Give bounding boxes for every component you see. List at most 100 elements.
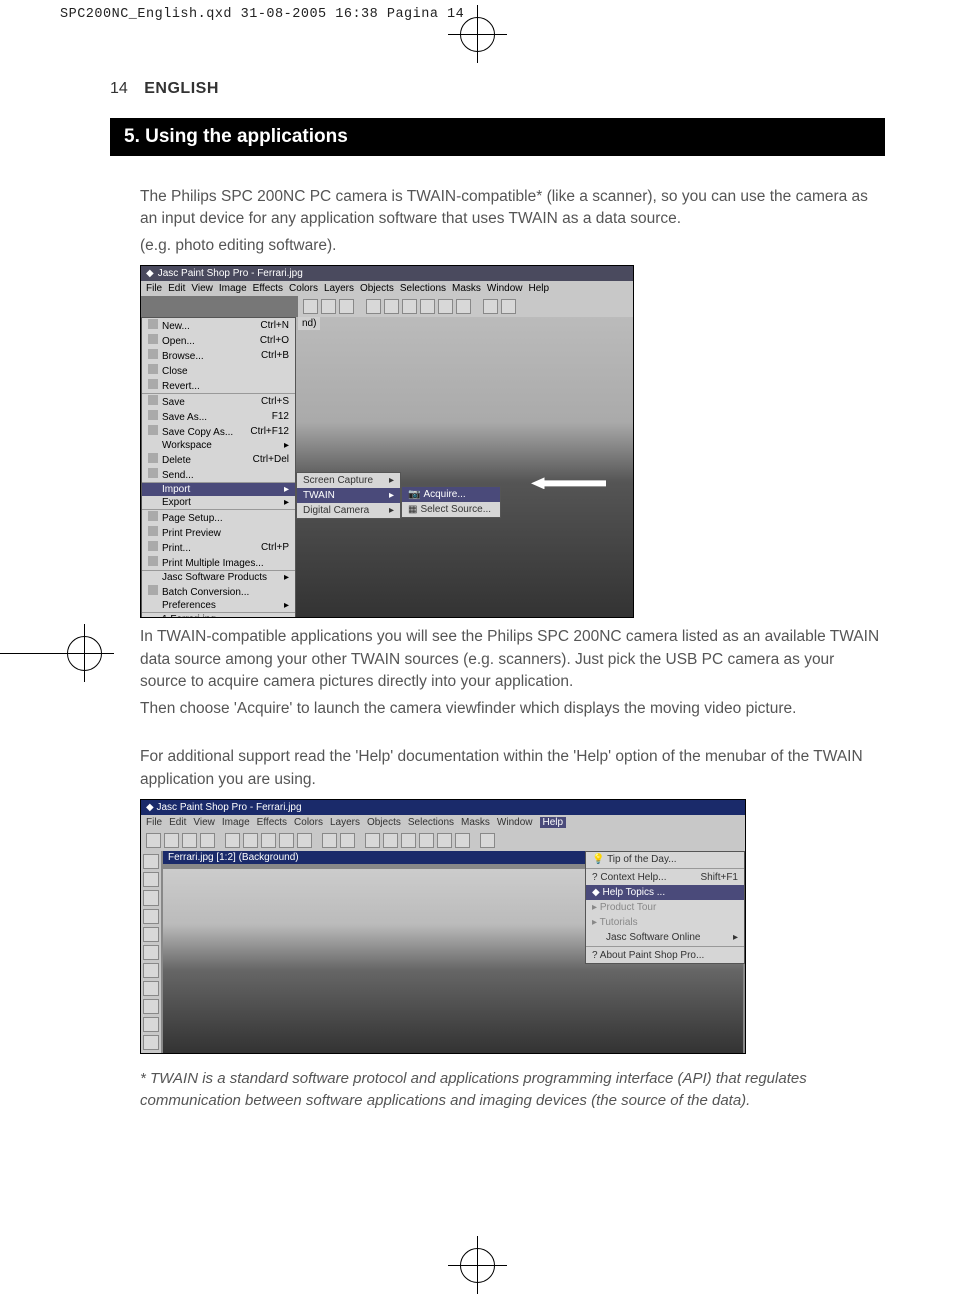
menu-selections[interactable]: Selections: [400, 283, 446, 294]
toolbar-button[interactable]: [401, 833, 416, 848]
tool-icon[interactable]: [143, 909, 159, 924]
toolbar-button[interactable]: [419, 833, 434, 848]
help-context[interactable]: ? Context Help...Shift+F1: [586, 870, 744, 885]
tool-icon[interactable]: [143, 927, 159, 942]
menu-item-import[interactable]: Import▸: [142, 483, 295, 496]
menu-item-save-copy-as[interactable]: Save Copy As...Ctrl+F12: [142, 424, 295, 439]
menu-item-page-setup[interactable]: Page Setup...: [142, 510, 295, 525]
toolbar-button[interactable]: [438, 299, 453, 314]
menu-effects[interactable]: Effects: [257, 817, 287, 828]
menu-item-save[interactable]: SaveCtrl+S: [142, 394, 295, 409]
menu-image[interactable]: Image: [219, 283, 247, 294]
menu-file[interactable]: File: [146, 283, 162, 294]
help-tip-of-day[interactable]: 💡 Tip of the Day...: [586, 852, 744, 867]
menu-colors[interactable]: Colors: [294, 817, 323, 828]
help-icon[interactable]: [480, 833, 495, 848]
menu-layers[interactable]: Layers: [324, 283, 354, 294]
menu-help[interactable]: Help: [540, 817, 567, 828]
help-about[interactable]: ? About Paint Shop Pro...: [586, 948, 744, 963]
toolbar-button[interactable]: [365, 833, 380, 848]
menu-item-close[interactable]: Close: [142, 363, 295, 378]
submenu-twain[interactable]: TWAIN▸: [297, 488, 400, 503]
toolbar-button[interactable]: [322, 833, 337, 848]
menu-item-open[interactable]: Open...Ctrl+O: [142, 333, 295, 348]
tool-icon[interactable]: [143, 854, 159, 869]
tool-icon[interactable]: [143, 963, 159, 978]
menu-item-preferences[interactable]: Preferences▸: [142, 599, 295, 612]
menu-item-browse[interactable]: Browse...Ctrl+B: [142, 348, 295, 363]
toolbar-button[interactable]: [164, 833, 179, 848]
tool-icon[interactable]: [143, 999, 159, 1014]
menu-selections[interactable]: Selections: [408, 817, 454, 828]
tool-icon[interactable]: [143, 1035, 159, 1050]
toolbar-button[interactable]: [225, 833, 240, 848]
menu-item-batch-conversion[interactable]: Batch Conversion...: [142, 584, 295, 599]
toolbar-button[interactable]: [366, 299, 381, 314]
menu-image[interactable]: Image: [222, 817, 250, 828]
menu-colors[interactable]: Colors: [289, 283, 318, 294]
menu-edit[interactable]: Edit: [169, 817, 186, 828]
tool-icon[interactable]: [143, 945, 159, 960]
tool-icon[interactable]: [143, 890, 159, 905]
menu-objects[interactable]: Objects: [367, 817, 401, 828]
toolbar-button[interactable]: [243, 833, 258, 848]
menu-item-export[interactable]: Export▸: [142, 496, 295, 509]
menu-masks[interactable]: Masks: [452, 283, 481, 294]
help-product-tour[interactable]: ▸ Product Tour: [586, 900, 744, 915]
toolbar-button[interactable]: [279, 833, 294, 848]
tool-icon[interactable]: [143, 1017, 159, 1032]
menu-item-new[interactable]: New...Ctrl+N: [142, 318, 295, 333]
menu-item-print[interactable]: Print...Ctrl+P: [142, 540, 295, 555]
menu-item-print-multiple[interactable]: Print Multiple Images...: [142, 555, 295, 570]
submenu-select-source[interactable]: ▦Select Source...: [402, 502, 500, 517]
toolbar-button[interactable]: [303, 299, 318, 314]
menu-item-jasc-products[interactable]: Jasc Software Products▸: [142, 571, 295, 584]
toolbar-button[interactable]: [437, 833, 452, 848]
menu-item-send[interactable]: Send...: [142, 467, 295, 482]
canvas-caption: nd): [298, 317, 320, 330]
menu-window[interactable]: Window: [487, 283, 523, 294]
menu-item-workspace[interactable]: Workspace▸: [142, 439, 295, 452]
toolbar: [298, 296, 633, 317]
screenshot-1: ◆ Jasc Paint Shop Pro - Ferrari.jpg File…: [140, 265, 634, 618]
toolbar-button[interactable]: [420, 299, 435, 314]
submenu-screen-capture[interactable]: Screen Capture▸: [297, 473, 400, 488]
menu-help[interactable]: Help: [529, 283, 550, 294]
menu-masks[interactable]: Masks: [461, 817, 490, 828]
toolbar-button[interactable]: [146, 833, 161, 848]
menu-view[interactable]: View: [191, 283, 213, 294]
menu-item-save-as[interactable]: Save As...F12: [142, 409, 295, 424]
toolbar-button[interactable]: [402, 299, 417, 314]
menu-item-print-preview[interactable]: Print Preview: [142, 525, 295, 540]
tool-icon[interactable]: [143, 981, 159, 996]
toolbar-button[interactable]: [200, 833, 215, 848]
menu-objects[interactable]: Objects: [360, 283, 394, 294]
toolbar-button[interactable]: [383, 833, 398, 848]
menu-window[interactable]: Window: [497, 817, 533, 828]
toolbar-button[interactable]: [182, 833, 197, 848]
menu-view[interactable]: View: [193, 817, 215, 828]
toolbar-button[interactable]: [297, 833, 312, 848]
tool-icon[interactable]: [143, 872, 159, 887]
toolbar-button[interactable]: [456, 299, 471, 314]
submenu-digital-camera[interactable]: Digital Camera▸: [297, 503, 400, 518]
toolbar-button[interactable]: [340, 833, 355, 848]
menu-file[interactable]: File: [146, 817, 162, 828]
submenu-acquire[interactable]: 📷Acquire...: [402, 487, 500, 502]
menu-item-revert[interactable]: Revert...: [142, 378, 295, 393]
help-topics[interactable]: ◆ Help Topics ...: [586, 885, 744, 900]
toolbar-button[interactable]: [384, 299, 399, 314]
help-jasc-online[interactable]: Jasc Software Online▸: [586, 930, 744, 945]
menu-edit[interactable]: Edit: [168, 283, 185, 294]
toolbar-button[interactable]: [339, 299, 354, 314]
help-tutorials[interactable]: ▸ Tutorials: [586, 915, 744, 930]
toolbar-button[interactable]: [455, 833, 470, 848]
help-icon[interactable]: [483, 299, 498, 314]
toolbar-button[interactable]: [501, 299, 516, 314]
menu-item-delete[interactable]: DeleteCtrl+Del: [142, 452, 295, 467]
toolbar-button[interactable]: [321, 299, 336, 314]
menu-effects[interactable]: Effects: [253, 283, 283, 294]
menu-layers[interactable]: Layers: [330, 817, 360, 828]
toolbar-button[interactable]: [261, 833, 276, 848]
menu-item-recent-1[interactable]: 1 Ferrari.jpg: [142, 613, 295, 617]
